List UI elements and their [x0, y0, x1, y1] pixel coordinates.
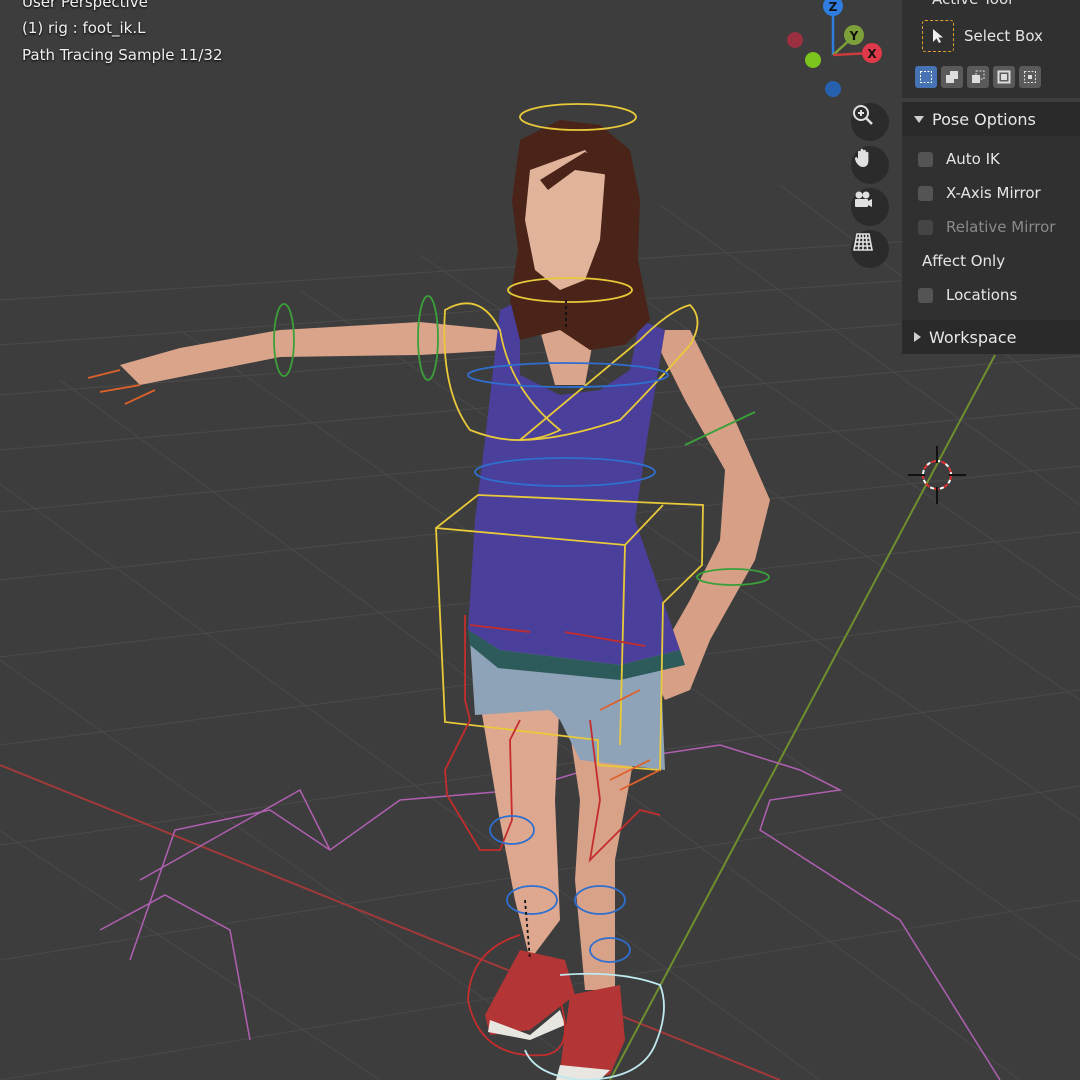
- z-axis-label: Z: [829, 0, 838, 14]
- mode-extend-button[interactable]: [941, 66, 963, 88]
- active-object-label: (1) rig : foot_ik.L: [22, 19, 146, 37]
- tool-name-label: Select Box: [964, 27, 1043, 45]
- chevron-right-icon: [914, 332, 921, 342]
- select-box-tool[interactable]: Select Box: [922, 20, 1043, 52]
- affect-only-label: Affect Only: [922, 252, 1006, 270]
- x-axis-line: [0, 764, 781, 1080]
- relative-mirror-checkbox: Relative Mirror: [918, 214, 1055, 240]
- pose-options-title: Pose Options: [932, 109, 1036, 129]
- checkbox-icon: [918, 151, 933, 167]
- auto-ik-label: Auto IK: [946, 150, 1000, 168]
- render-status-label: Path Tracing Sample 11/32: [22, 46, 223, 64]
- mode-intersect-button[interactable]: [1019, 66, 1041, 88]
- neg-x-axis-dot: [787, 32, 803, 48]
- checkbox-icon: [918, 219, 933, 235]
- sidebar-n-panel: Active Tool Select Box Pose Options Auto…: [902, 0, 1080, 354]
- view-name-label: User Perspective: [22, 0, 148, 11]
- camera-icon[interactable]: [851, 188, 889, 226]
- mode-set-button[interactable]: [915, 66, 937, 88]
- locations-checkbox[interactable]: Locations: [918, 282, 1017, 308]
- armature-rig[interactable]: [87, 103, 770, 1080]
- x-axis-mirror-checkbox[interactable]: X-Axis Mirror: [918, 180, 1041, 206]
- selection-mode-group: [915, 66, 1041, 88]
- checkbox-icon: [918, 185, 933, 201]
- relative-mirror-label: Relative Mirror: [946, 218, 1056, 236]
- locations-label: Locations: [946, 286, 1018, 304]
- character-model[interactable]: [120, 120, 770, 1080]
- neg-y-axis-dot: [805, 52, 821, 68]
- checkbox-icon: [918, 287, 933, 303]
- pose-options-panel: Auto IK X-Axis Mirror Relative Mirror Af…: [902, 136, 1080, 320]
- 3d-cursor: [908, 446, 966, 504]
- auto-ik-checkbox[interactable]: Auto IK: [918, 146, 1000, 172]
- navigation-gizmo[interactable]: Z Y X: [780, 0, 890, 100]
- neg-z-axis-dot: [825, 81, 841, 97]
- select-box-icon: [922, 20, 954, 52]
- x-axis-label: X: [867, 47, 877, 61]
- y-axis-label: Y: [849, 29, 859, 43]
- hand-pan-icon[interactable]: [851, 146, 889, 184]
- workspace-title: Workspace: [929, 327, 1017, 347]
- grid-ortho-icon[interactable]: [851, 230, 889, 268]
- active-tool-header[interactable]: Active Tool: [932, 0, 1012, 8]
- chevron-down-icon: [914, 115, 924, 123]
- active-tool-panel: Active Tool Select Box: [902, 0, 1080, 98]
- zoom-icon[interactable]: [851, 103, 889, 141]
- mode-subtract-button[interactable]: [967, 66, 989, 88]
- pose-options-header[interactable]: Pose Options: [902, 102, 1080, 136]
- y-axis-line: [609, 354, 996, 1080]
- workspace-header[interactable]: Workspace: [902, 320, 1080, 354]
- mode-invert-button[interactable]: [993, 66, 1015, 88]
- x-axis-mirror-label: X-Axis Mirror: [946, 184, 1041, 202]
